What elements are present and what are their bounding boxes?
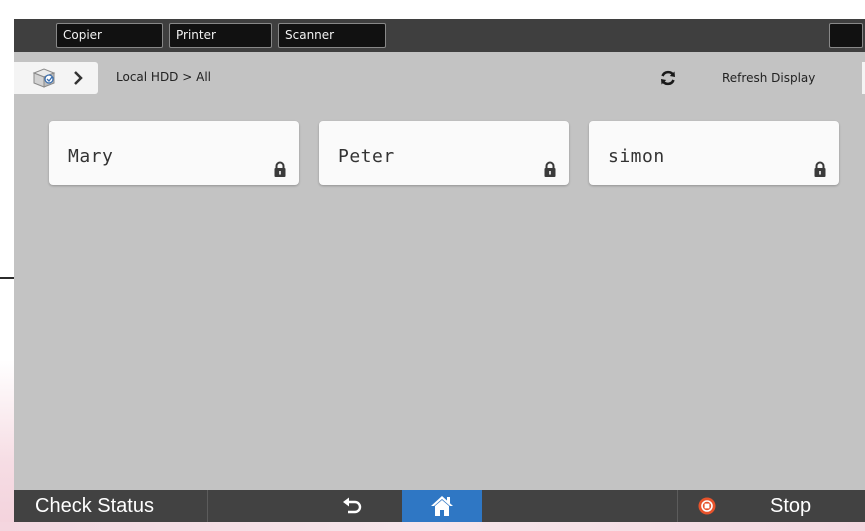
refresh-display-button[interactable]: Refresh Display <box>722 71 815 85</box>
home-icon <box>431 496 453 516</box>
home-button[interactable] <box>402 490 482 522</box>
check-status-label: Check Status <box>35 495 154 517</box>
tab-scanner[interactable]: Scanner <box>278 23 386 48</box>
tab-printer[interactable]: Printer <box>169 23 272 48</box>
breadcrumb-path: Local HDD > All <box>116 70 211 84</box>
user-name: Peter <box>338 146 395 167</box>
app-bar: Copier Printer Scanner <box>14 19 865 52</box>
lock-icon <box>274 161 286 177</box>
user-card-mary[interactable]: Mary <box>49 121 299 185</box>
back-arrow-icon <box>343 497 362 514</box>
storage-home-button[interactable] <box>14 62 98 94</box>
user-name: Mary <box>68 146 114 167</box>
chevron-right-icon <box>74 71 83 85</box>
lock-icon <box>544 161 556 177</box>
refresh-icon[interactable] <box>659 69 677 87</box>
photo-edge-line <box>0 277 14 279</box>
moon-icon <box>843 29 850 43</box>
user-card-peter[interactable]: Peter <box>319 121 569 185</box>
device-screen: Copier Printer Scanner Local HDD > All R… <box>14 19 865 522</box>
check-status-button[interactable]: Check Status <box>14 490 208 522</box>
lock-icon <box>814 161 826 177</box>
energy-saver-button[interactable] <box>829 23 863 48</box>
stop-label: Stop <box>770 495 812 517</box>
storage-box-icon <box>32 68 56 88</box>
photo-edge-bottom <box>0 522 865 531</box>
breadcrumb-bar: Local HDD > All Refresh Display <box>14 62 865 94</box>
user-card-simon[interactable]: simon <box>589 121 839 185</box>
stop-icon <box>698 497 716 515</box>
system-bar: Check Status Stop <box>14 490 865 522</box>
tab-copier[interactable]: Copier <box>56 23 163 48</box>
back-button[interactable] <box>304 490 402 522</box>
photo-frame: Copier Printer Scanner Local HDD > All R… <box>0 0 865 531</box>
user-name: simon <box>608 146 665 167</box>
stop-button[interactable]: Stop <box>678 490 865 522</box>
